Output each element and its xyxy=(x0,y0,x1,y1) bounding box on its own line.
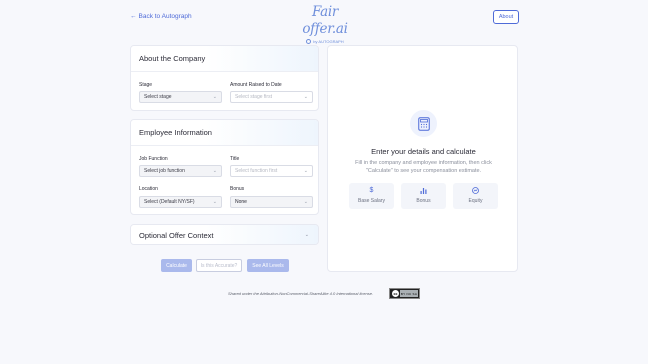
bar-chart-icon xyxy=(401,187,446,195)
license-badge-text: BY NC SA xyxy=(400,290,418,297)
arrow-left-icon: ← xyxy=(130,13,137,20)
about-company-card: About the Company Stage Select stage ⌄ A… xyxy=(130,45,319,111)
location-select[interactable]: Select (Default NY/SF) ⌄ xyxy=(139,196,222,208)
stage-label: Stage xyxy=(139,82,153,88)
result-panel: Enter your details and calculate Fill in… xyxy=(327,45,518,272)
result-title: Enter your details and calculate xyxy=(371,147,476,156)
bonus-metric: Bonus xyxy=(401,183,446,209)
optional-context-title: Optional Offer Context xyxy=(131,225,318,244)
chevron-down-icon: ⌄ xyxy=(304,232,309,238)
metric-label: Bonus xyxy=(416,198,431,204)
equity-metric: Equity xyxy=(453,183,498,209)
optional-context-toggle[interactable]: Optional Offer Context ⌄ xyxy=(130,224,319,245)
chevron-down-icon: ⌄ xyxy=(212,168,217,174)
metric-label: Equity xyxy=(468,198,483,204)
is-this-accurate-button[interactable]: Is this Accurate? xyxy=(196,259,242,272)
chevron-down-icon: ⌄ xyxy=(303,94,308,100)
back-to-autograph-link[interactable]: ← Back to Autograph xyxy=(130,13,192,20)
dollar-icon: $ xyxy=(369,187,374,194)
creative-commons-icon: cc xyxy=(392,290,399,297)
license-text: Shared under the Attribution-NonCommerci… xyxy=(228,291,374,296)
amount-raised-select[interactable]: Select stage first ⌄ xyxy=(230,91,313,103)
calculator-icon xyxy=(410,110,437,137)
about-button[interactable]: About xyxy=(493,10,519,24)
base-salary-metric: $ Base Salary xyxy=(349,183,394,209)
chevron-down-icon: ⌄ xyxy=(303,199,308,205)
fairoffer-logo[interactable]: Fair offer.ai by AUTOGRAPH xyxy=(296,4,354,44)
calculate-button[interactable]: Calculate xyxy=(161,259,192,272)
back-link-label: Back to Autograph xyxy=(138,13,192,20)
metric-label: Base Salary xyxy=(358,198,385,204)
job-function-select[interactable]: Select job function ⌄ xyxy=(139,165,222,177)
title-label: Title xyxy=(230,156,240,162)
chevron-down-icon: ⌄ xyxy=(212,94,217,100)
logo-text: Fair offer.ai xyxy=(302,4,348,37)
employee-info-title: Employee Information xyxy=(131,120,318,146)
bonus-label: Bonus xyxy=(230,186,245,192)
bonus-select[interactable]: None ⌄ xyxy=(230,196,313,208)
cc-license-badge[interactable]: cc BY NC SA xyxy=(389,288,420,299)
job-function-label: Job Function xyxy=(139,156,168,162)
result-description: Fill in the company and employee informa… xyxy=(355,160,492,174)
location-label: Location xyxy=(139,186,158,192)
chevron-down-icon: ⌄ xyxy=(303,168,308,174)
about-company-title: About the Company xyxy=(131,46,318,72)
see-all-levels-button[interactable]: See All Levels xyxy=(247,259,289,272)
autograph-ring-icon xyxy=(306,39,312,44)
logo-sub-text: by AUTOGRAPH xyxy=(313,39,344,44)
title-select[interactable]: Select function first ⌄ xyxy=(230,165,313,177)
chevron-down-icon: ⌄ xyxy=(212,199,217,205)
chart-circle-icon xyxy=(453,187,498,195)
employee-info-card: Employee Information Job Function Select… xyxy=(130,119,319,215)
amount-raised-label: Amount Raised to Date xyxy=(230,82,282,88)
stage-select[interactable]: Select stage ⌄ xyxy=(139,91,222,103)
